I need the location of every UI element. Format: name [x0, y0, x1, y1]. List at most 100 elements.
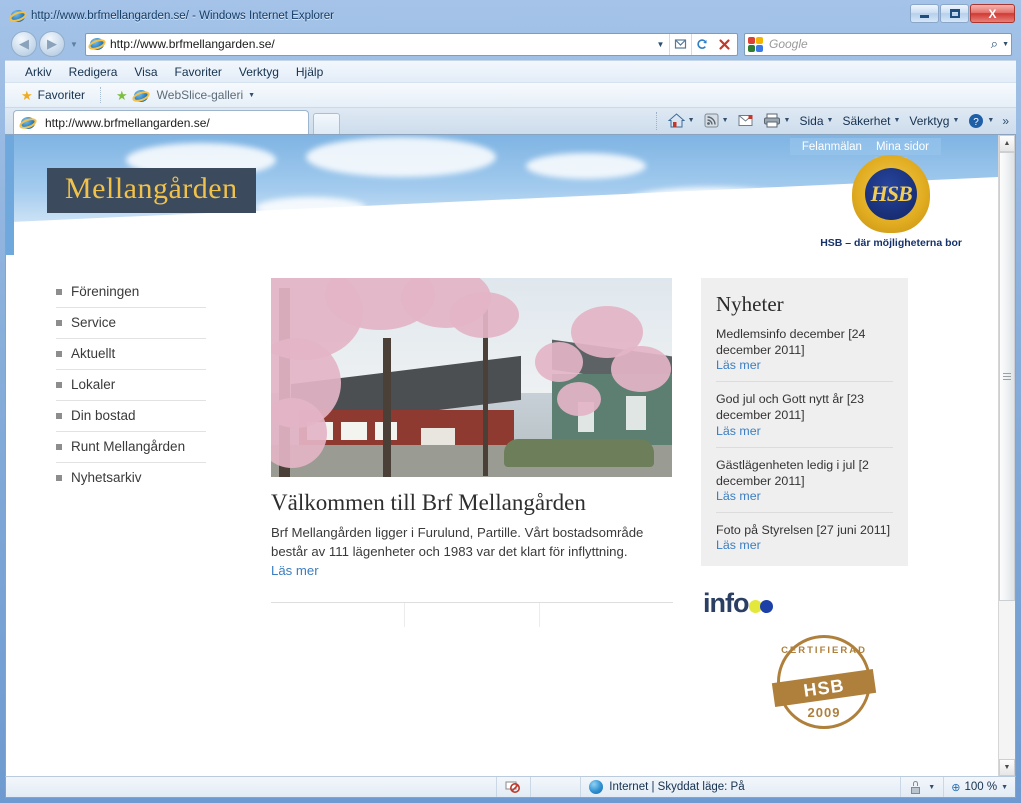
link-mina-sidor[interactable]: Mina sidor: [876, 141, 929, 153]
news-item-title: Foto på Styrelsen [27 juni 2011]: [716, 522, 891, 537]
menu-item-favoriter[interactable]: Favoriter: [167, 63, 230, 81]
address-dropdown-icon[interactable]: ▼: [652, 40, 669, 49]
bullet-square-icon: [56, 412, 62, 419]
zoom-caret-icon[interactable]: ▼: [1001, 784, 1008, 791]
help-caret-icon[interactable]: ▼: [987, 117, 994, 124]
sidebar-item-aktuellt[interactable]: Aktuellt: [56, 339, 206, 370]
safety-caret-icon[interactable]: ▼: [893, 117, 900, 124]
news-item-readmore-link[interactable]: Läs mer: [716, 424, 893, 438]
scroll-down-icon[interactable]: ▼: [999, 759, 1015, 776]
print-caret-icon[interactable]: ▼: [784, 117, 791, 124]
home-button[interactable]: ▼: [664, 111, 699, 130]
page-viewport: Felanmälan Mina sidor Mellangården HSB H…: [5, 134, 1016, 776]
search-magnifier-icon[interactable]: ⌕: [991, 36, 998, 52]
chevron-down-icon[interactable]: ▼: [248, 92, 255, 99]
bullet-square-icon: [56, 350, 62, 357]
page-favicon-icon: [87, 36, 107, 52]
scrollbar-thumb[interactable]: [999, 152, 1015, 602]
bullet-square-icon: [56, 288, 62, 295]
status-bar: Internet | Skyddat läge: På ▼ ⊕ 100 % ▼: [5, 776, 1016, 798]
sidebar-item-label: Nyhetsarkiv: [71, 470, 142, 485]
menu-item-redigera[interactable]: Redigera: [61, 63, 126, 81]
close-button[interactable]: X: [970, 4, 1015, 23]
webslice-ie-icon: [130, 88, 151, 104]
bottom-columns: [271, 601, 673, 662]
page-title: Välkommen till Brf Mellangården: [271, 490, 586, 515]
command-overflow-icon[interactable]: »: [999, 114, 1012, 128]
safety-menu-button[interactable]: Säkerhet ▼: [838, 112, 904, 130]
search-input[interactable]: Google: [769, 37, 991, 51]
protected-mode-indicator[interactable]: ▼: [901, 777, 945, 797]
browser-window: http://www.brfmellangarden.se/ - Windows…: [0, 0, 1021, 803]
help-button[interactable]: ? ▼: [964, 111, 998, 131]
popup-blocker-icon[interactable]: [497, 777, 532, 797]
tools-menu-button[interactable]: Verktyg ▼: [905, 112, 963, 130]
hero-image: [271, 278, 672, 477]
infoo-logo[interactable]: info: [703, 588, 903, 619]
menu-item-arkiv[interactable]: Arkiv: [17, 63, 60, 81]
sidebar-item-label: Föreningen: [71, 284, 140, 299]
page-menu-button[interactable]: Sida ▼: [795, 112, 837, 130]
favorites-button[interactable]: ★ Favoriter: [15, 87, 91, 103]
security-zone[interactable]: Internet | Skyddat läge: På: [581, 777, 902, 797]
back-button[interactable]: ◀: [11, 31, 37, 57]
sidebar-item-nyhetsarkiv[interactable]: Nyhetsarkiv: [56, 463, 206, 493]
webslice-label: WebSlice-galleri: [156, 88, 244, 102]
web-page: Felanmälan Mina sidor Mellangården HSB H…: [6, 135, 998, 776]
news-item-readmore-link[interactable]: Läs mer: [716, 489, 893, 503]
zoom-control[interactable]: ⊕ 100 % ▼: [944, 781, 1015, 794]
home-caret-icon[interactable]: ▼: [688, 117, 695, 124]
address-input[interactable]: http://www.brfmellangarden.se/: [110, 37, 652, 51]
menu-item-verktyg[interactable]: Verktyg: [231, 63, 287, 81]
feeds-button[interactable]: ▼: [700, 111, 733, 130]
tab-active[interactable]: http://www.brfmellangarden.se/: [13, 110, 309, 134]
feeds-caret-icon[interactable]: ▼: [722, 117, 729, 124]
compatibility-view-icon[interactable]: [669, 33, 691, 55]
maximize-button[interactable]: [940, 4, 969, 23]
sidebar-item-foreningen[interactable]: Föreningen: [56, 277, 206, 308]
search-box[interactable]: Google ⌕ ▼: [744, 32, 1012, 56]
internet-explorer-icon: [8, 8, 28, 24]
news-item-readmore-link[interactable]: Läs mer: [716, 358, 893, 372]
hsb-crest-icon: HSB: [852, 155, 931, 233]
bottom-column-3: [540, 603, 673, 627]
add-favorite-icon: ★: [116, 87, 128, 103]
page-scrollbar[interactable]: ▲ ▼: [998, 135, 1015, 776]
site-body: Föreningen Service Aktuellt Lokaler Din …: [6, 255, 998, 729]
stop-icon[interactable]: [713, 34, 735, 55]
news-item-title: Gästlägenheten ledig i jul [2 december 2…: [716, 457, 869, 488]
refresh-icon[interactable]: [691, 33, 713, 55]
page-caret-icon[interactable]: ▼: [827, 117, 834, 124]
forward-button[interactable]: ▶: [39, 31, 65, 57]
sidebar-item-service[interactable]: Service: [56, 308, 206, 339]
site-logo[interactable]: Mellangården: [47, 168, 256, 213]
mail-button[interactable]: [734, 112, 758, 129]
address-bar[interactable]: http://www.brfmellangarden.se/ ▼: [85, 32, 738, 56]
site-aside: Nyheter Medlemsinfo december [24 decembe…: [673, 255, 908, 729]
scrollbar-track[interactable]: [999, 152, 1015, 759]
search-provider-caret-icon[interactable]: ▼: [1002, 41, 1009, 48]
new-tab-button[interactable]: [313, 113, 340, 134]
zoom-magnifier-icon: ⊕: [951, 781, 961, 794]
sidebar-item-label: Service: [71, 315, 117, 330]
link-felanmalan[interactable]: Felanmälan: [802, 141, 862, 153]
print-button[interactable]: ▼: [759, 111, 795, 130]
recent-pages-caret-icon[interactable]: ▼: [67, 40, 81, 49]
tools-caret-icon[interactable]: ▼: [952, 117, 959, 124]
bullet-square-icon: [56, 443, 62, 450]
menu-item-hjalp[interactable]: Hjälp: [288, 63, 331, 81]
sidebar-item-runt-mellangarden[interactable]: Runt Mellangården: [56, 432, 206, 463]
main-content: Välkommen till Brf Mellangården Brf Mell…: [271, 255, 673, 729]
news-item-readmore-link[interactable]: Läs mer: [716, 538, 893, 552]
intro-readmore-link[interactable]: Läs mer: [271, 563, 319, 578]
webslice-gallery-button[interactable]: ★ WebSlice-galleri ▼: [110, 87, 261, 104]
menu-item-visa[interactable]: Visa: [126, 63, 165, 81]
status-spacer-1: [471, 777, 498, 797]
protected-caret-icon[interactable]: ▼: [928, 784, 935, 791]
scroll-up-icon[interactable]: ▲: [999, 135, 1015, 152]
security-zone-label: Internet | Skyddat läge: På: [609, 781, 745, 793]
minimize-button[interactable]: [910, 4, 939, 23]
sidebar-item-lokaler[interactable]: Lokaler: [56, 370, 206, 401]
sidebar-item-din-bostad[interactable]: Din bostad: [56, 401, 206, 432]
bullet-square-icon: [56, 381, 62, 388]
